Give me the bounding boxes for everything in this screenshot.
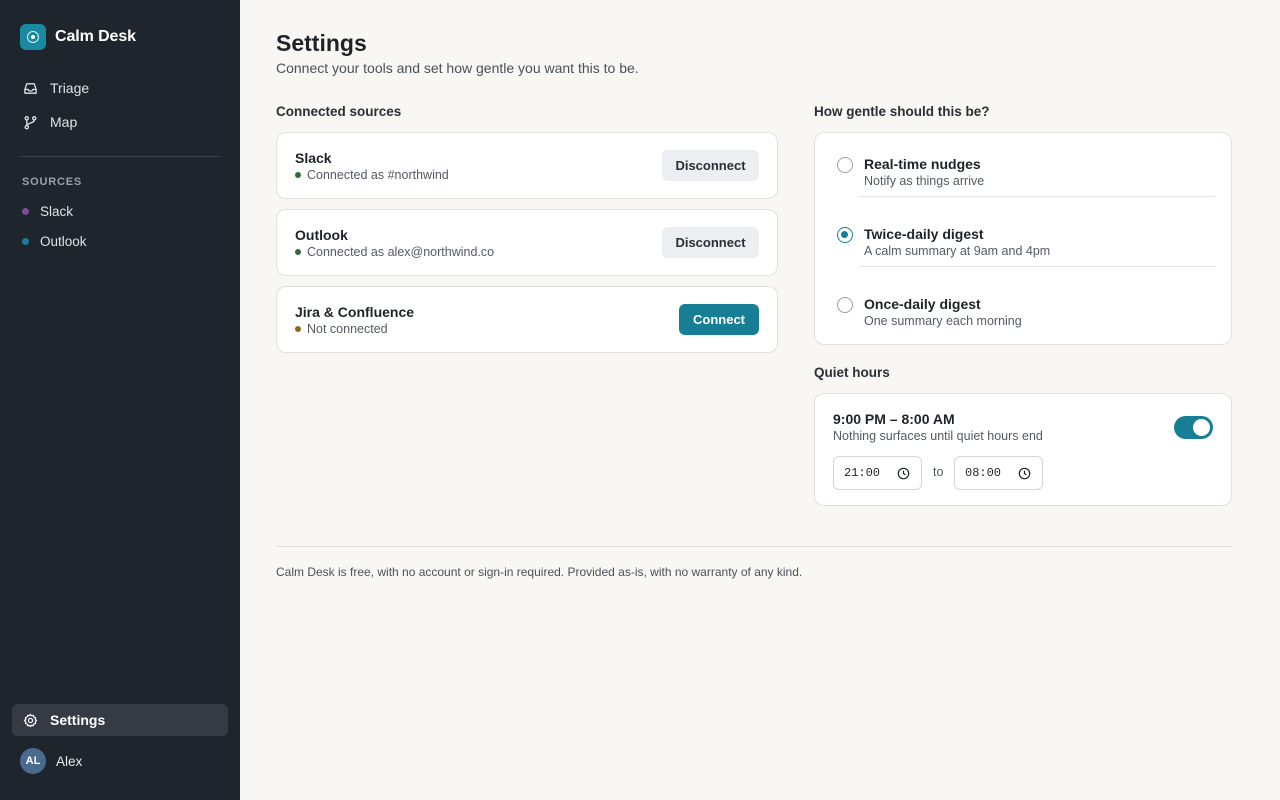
sidebar-source-outlook[interactable]: Outlook: [22, 230, 87, 252]
status-dot-icon: [295, 249, 301, 255]
source-status: Connected as alex@northwind.co: [295, 245, 494, 259]
footer-disclaimer: Calm Desk is free, with no account or si…: [276, 565, 803, 579]
quiet-start-time-input[interactable]: 21:00: [833, 456, 922, 490]
nav-item-settings[interactable]: Settings: [12, 704, 228, 736]
source-dot-icon: [22, 237, 29, 245]
nav-item-label: Settings: [50, 712, 106, 728]
time-range-separator: to: [933, 465, 944, 479]
source-status-text: Connected as alex@northwind.co: [307, 245, 495, 259]
nav-item-triage[interactable]: Triage: [12, 72, 228, 104]
source-dot-icon: [22, 207, 29, 215]
source-status-text: Connected as #northwind: [307, 168, 449, 182]
source-status-text: Not connected: [307, 322, 388, 336]
user-name: Alex: [56, 753, 83, 769]
option-twice-daily-digest[interactable]: Twice-daily digest A calm summary at 9am…: [835, 223, 1215, 275]
sidebar-source-slack[interactable]: Slack: [22, 200, 73, 222]
gentleness-heading: How gentle should this be?: [814, 104, 990, 119]
radio-button-selected[interactable]: [837, 227, 853, 243]
inbox-icon: [22, 80, 38, 96]
nav-item-map[interactable]: Map: [12, 106, 228, 138]
avatar: AL: [20, 748, 46, 774]
nav-item-label: Map: [50, 114, 78, 130]
connect-jira-button[interactable]: Connect: [679, 304, 759, 335]
status-dot-icon: [295, 326, 301, 332]
source-name: Jira & Confluence: [295, 304, 415, 320]
radio-button[interactable]: [837, 157, 853, 173]
quiet-hours-description: Nothing surfaces until quiet hours end: [833, 429, 1043, 443]
option-realtime-nudges[interactable]: Real-time nudges Notify as things arrive: [835, 153, 1215, 205]
clock-icon[interactable]: [897, 467, 910, 480]
quiet-end-time-input[interactable]: 08:00: [954, 456, 1043, 490]
connected-sources-heading: Connected sources: [276, 104, 402, 119]
disconnect-slack-button[interactable]: Disconnect: [662, 150, 759, 181]
toggle-knob: [1193, 419, 1210, 436]
app-logo-icon: [20, 24, 46, 50]
quiet-hours-heading: Quiet hours: [814, 365, 890, 380]
quiet-hours-toggle[interactable]: [1174, 416, 1213, 439]
user-profile[interactable]: AL Alex: [20, 748, 82, 774]
source-status: Connected as #northwind: [295, 168, 449, 182]
option-description: A calm summary at 9am and 4pm: [864, 244, 1051, 258]
source-card-slack: Slack Connected as #northwind Disconnect: [276, 132, 778, 199]
nav-item-label: Triage: [50, 80, 90, 96]
source-label: Outlook: [40, 233, 87, 249]
page-title: Settings: [276, 30, 367, 56]
option-title: Twice-daily digest: [864, 226, 984, 242]
source-card-outlook: Outlook Connected as alex@northwind.co D…: [276, 209, 778, 276]
sidebar-divider: [20, 156, 220, 157]
brand[interactable]: Calm Desk: [20, 24, 136, 50]
sources-heading: SOURCES: [22, 176, 82, 188]
disconnect-outlook-button[interactable]: Disconnect: [662, 227, 759, 258]
option-divider: [860, 196, 1215, 197]
time-value: 08:00: [965, 466, 1002, 480]
option-title: Once-daily digest: [864, 296, 981, 312]
time-value: 21:00: [844, 466, 881, 480]
option-divider: [860, 266, 1215, 267]
option-title: Real-time nudges: [864, 156, 981, 172]
clock-icon[interactable]: [1018, 467, 1031, 480]
quiet-hours-range: 9:00 PM – 8:00 AM: [833, 411, 955, 427]
quiet-hours-card: 9:00 PM – 8:00 AM Nothing surfaces until…: [814, 393, 1232, 506]
sidebar: Calm Desk Triage Map SOURCES Slack Outlo…: [0, 0, 240, 800]
status-dot-icon: [295, 172, 301, 178]
source-label: Slack: [40, 203, 74, 219]
source-card-jira: Jira & Confluence Not connected Connect: [276, 286, 778, 353]
app-name: Calm Desk: [55, 28, 136, 45]
source-status: Not connected: [295, 322, 388, 336]
source-name: Outlook: [295, 227, 348, 243]
branch-icon: [22, 114, 38, 130]
source-name: Slack: [295, 150, 332, 166]
radio-button[interactable]: [837, 297, 853, 313]
option-once-daily-digest[interactable]: Once-daily digest One summary each morni…: [835, 293, 1215, 345]
option-description: Notify as things arrive: [864, 174, 985, 188]
page-subtitle: Connect your tools and set how gentle yo…: [276, 60, 639, 76]
footer-divider: [276, 546, 1232, 547]
gear-icon: [22, 712, 38, 728]
option-description: One summary each morning: [864, 314, 1022, 328]
gentleness-options: Real-time nudges Notify as things arrive…: [814, 132, 1232, 345]
